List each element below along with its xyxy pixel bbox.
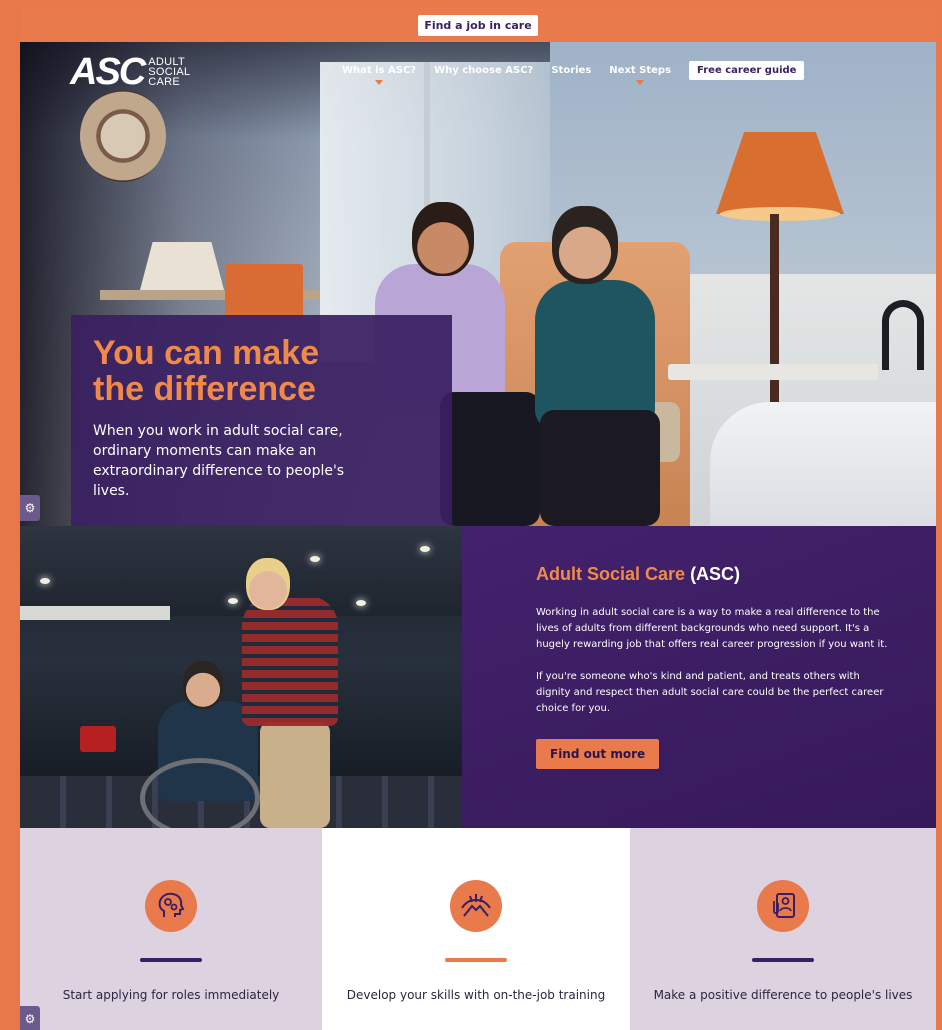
feature-divider [752,958,814,962]
asc-logo[interactable]: ASC ADULT SOCIAL CARE [70,51,191,93]
feature-text: Make a positive difference to people's l… [653,988,913,1002]
chevron-down-icon [636,80,645,85]
nav-next-steps[interactable]: Next Steps [609,65,671,85]
head-gears-icon [145,880,197,932]
hero-text: When you work in adult social care, ordi… [93,423,345,499]
hero-card: You can make the difference When you wor… [71,315,452,527]
nav-stories[interactable]: Stories [551,65,591,76]
page-frame: Find a job in care ASC ADULT SOCIAL CARE [20,8,936,1030]
top-banner: Find a job in care [20,8,936,42]
main-nav: What is ASC? Why choose ASC? Stories Nex… [342,61,805,85]
hero-title: You can make the difference [93,334,320,408]
asc-paragraph-1: Working in adult social care is a way to… [536,607,888,650]
feature-card: Make a positive difference to people's l… [630,828,936,1030]
asc-info-panel: Adult Social Care (ASC) Working in adult… [462,526,936,828]
feature-text: Start applying for roles immediately [62,988,280,1002]
feature-divider [445,958,507,962]
feature-card: Develop your skills with on-the-job trai… [322,828,630,1030]
asc-heading: Adult Social Care (ASC) [536,564,741,584]
logo-mark: ASC [70,51,146,93]
nav-what-is-asc[interactable]: What is ASC? [342,65,416,85]
nav-why-choose-asc[interactable]: Why choose ASC? [434,65,533,76]
gear-icon[interactable]: ⚙ [20,1006,40,1030]
features-row: Start applying for roles immediately Dev… [20,828,936,1030]
chevron-down-icon [375,80,384,85]
about-section: Adult Social Care (ASC) Working in adult… [20,526,936,828]
asc-paragraph-2: If you're someone who's kind and patient… [536,671,884,714]
find-out-more-button[interactable]: Find out more [536,739,660,769]
find-job-button[interactable]: Find a job in care [418,14,538,36]
feature-divider [140,958,202,962]
gear-icon[interactable]: ⚙ [20,495,40,521]
logo-words: ADULT SOCIAL CARE [148,56,191,88]
bowling-photo [20,526,462,828]
feature-card: Start applying for roles immediately [20,828,322,1030]
feature-text: Develop your skills with on-the-job trai… [346,988,606,1002]
hands-training-icon [450,880,502,932]
free-career-guide-button[interactable]: Free career guide [689,61,805,80]
profile-document-icon [757,880,809,932]
